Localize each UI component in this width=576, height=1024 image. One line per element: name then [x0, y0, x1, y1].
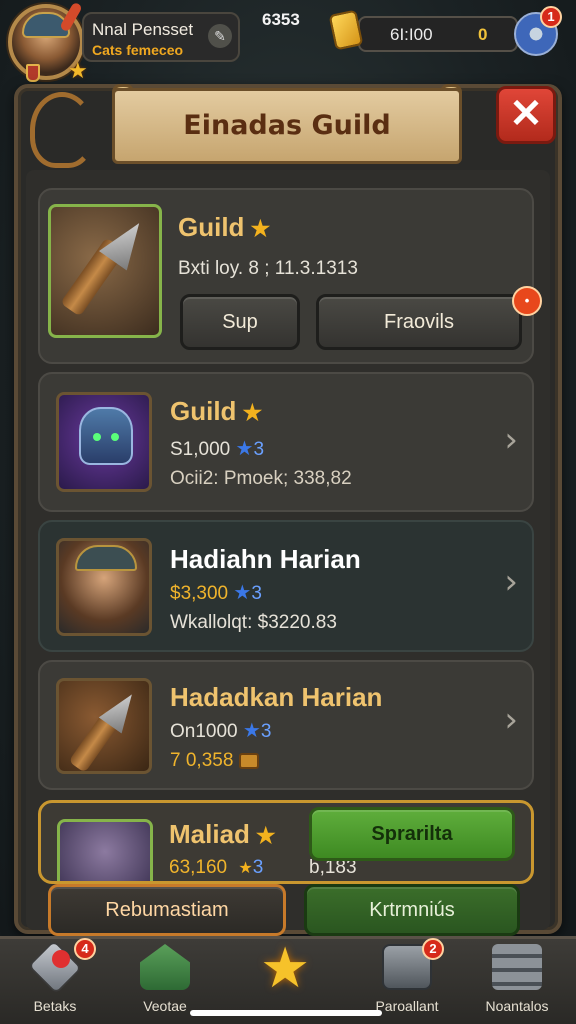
card-value: S1,000 ★3 [170, 438, 265, 460]
chevron-right-icon[interactable]: › [504, 420, 518, 460]
player-avatar[interactable]: ★ [8, 1, 88, 83]
card-title: Guild ★ [170, 396, 263, 426]
sup-button[interactable]: Sup [180, 294, 300, 350]
gold-amount: 6I:I00 [390, 25, 433, 44]
card-info: Wkallolqt: $3220.83 [170, 612, 337, 633]
card-info: Ocii2: Pmoek; 338,82 [170, 468, 352, 489]
card-reward: 7 0,358 [170, 750, 259, 772]
nav-item-noantalos[interactable]: Noantalos [462, 936, 572, 1024]
nav-notification-badge: 4 [74, 938, 96, 960]
list-item[interactable]: Guild ★ S1,000 ★3 Ocii2: Pmoek; 338,82 › [38, 372, 534, 512]
panel-title: Einadas Guild [183, 110, 391, 141]
blue-star-icon: ★ [242, 720, 261, 742]
hammer-item-icon [56, 678, 152, 774]
card-title: Guild ★ [178, 212, 271, 242]
card-title: Hadadkan Harian [170, 682, 383, 712]
player-name-box[interactable]: Nnal Pensset Cats femeceo ✎ [82, 12, 240, 62]
chevron-right-icon[interactable]: › [504, 700, 518, 740]
fraovils-button[interactable]: Fraovils [316, 294, 522, 350]
house-icon [140, 944, 190, 990]
blue-star-icon: ★ [233, 582, 252, 604]
card-value: $3,300 ★3 [170, 582, 262, 604]
nav-item-betaks[interactable]: 4 Betaks [0, 936, 110, 1024]
close-button[interactable]: ✕ [496, 86, 556, 144]
gold-counter[interactable]: 6I:I00 0 [358, 16, 518, 52]
star-icon: ★ [242, 400, 263, 425]
list-item-highlighted[interactable]: Maliad ★ 63,160 ★3 b,183 Sprarilta [38, 800, 534, 884]
star-icon: ★ [260, 936, 311, 999]
anvil-stack-icon [492, 944, 542, 990]
rank-badge-icon [26, 64, 40, 82]
star-icon: ★ [238, 860, 253, 877]
blue-star-icon: ★ [235, 438, 254, 460]
card-title: Hadiahn Harian [170, 544, 361, 574]
guild-emblem-icon [30, 92, 94, 168]
krtrmnius-button[interactable]: Krtrmniús [304, 884, 520, 936]
nav-label: Betaks [33, 998, 77, 1014]
card-info: Bxti loy. 8 ; 11.3.1313 [178, 258, 358, 279]
nav-label: Noantalos [485, 998, 549, 1014]
treasure-chest-icon [238, 752, 259, 769]
settings-notification-badge: 1 [540, 6, 562, 28]
top-bar: ★ Nnal Pensset Cats femeceo ✎ 6353 6I:I0… [0, 0, 576, 84]
player-subtitle: Cats femeceo [92, 42, 184, 58]
red-orb-icon [52, 950, 70, 968]
card-value: On1000 ★3 [170, 720, 272, 742]
home-indicator[interactable] [190, 1010, 382, 1016]
hammer-item-icon [48, 204, 162, 338]
list-item-featured[interactable]: Guild ★ Bxti loy. 8 ; 11.3.1313 Sup Fraov… [38, 188, 542, 364]
gold-icon [328, 9, 364, 51]
list-item[interactable]: Hadadkan Harian On1000 ★3 7 0,358 › [38, 660, 534, 790]
list-item[interactable]: Hadiahn Harian $3,300 ★3 Wkallolqt: $322… [38, 520, 534, 652]
knight-portrait-icon [56, 392, 152, 492]
star-icon: ★ [250, 216, 271, 241]
edit-icon[interactable]: ✎ [208, 24, 232, 48]
sword-item-icon [57, 819, 153, 881]
gold-extra: 0 [478, 25, 488, 44]
player-name: Nnal Pensset [92, 20, 194, 39]
star-icon: ★ [255, 823, 276, 848]
card-title: Maliad ★ [169, 819, 276, 849]
sprarilta-button[interactable]: Sprarilta [309, 807, 515, 861]
hero-portrait-icon [56, 538, 152, 636]
alert-dot-icon: • [512, 286, 542, 316]
nav-notification-badge: 2 [422, 938, 444, 960]
top-counter: 6353 [262, 10, 300, 29]
card-value: 63,160 ★3 [169, 857, 264, 878]
rebumastiam-button[interactable]: Rebumastiam [48, 884, 286, 936]
chevron-right-icon[interactable]: › [504, 562, 518, 602]
level-star-icon: ★ [68, 58, 88, 83]
